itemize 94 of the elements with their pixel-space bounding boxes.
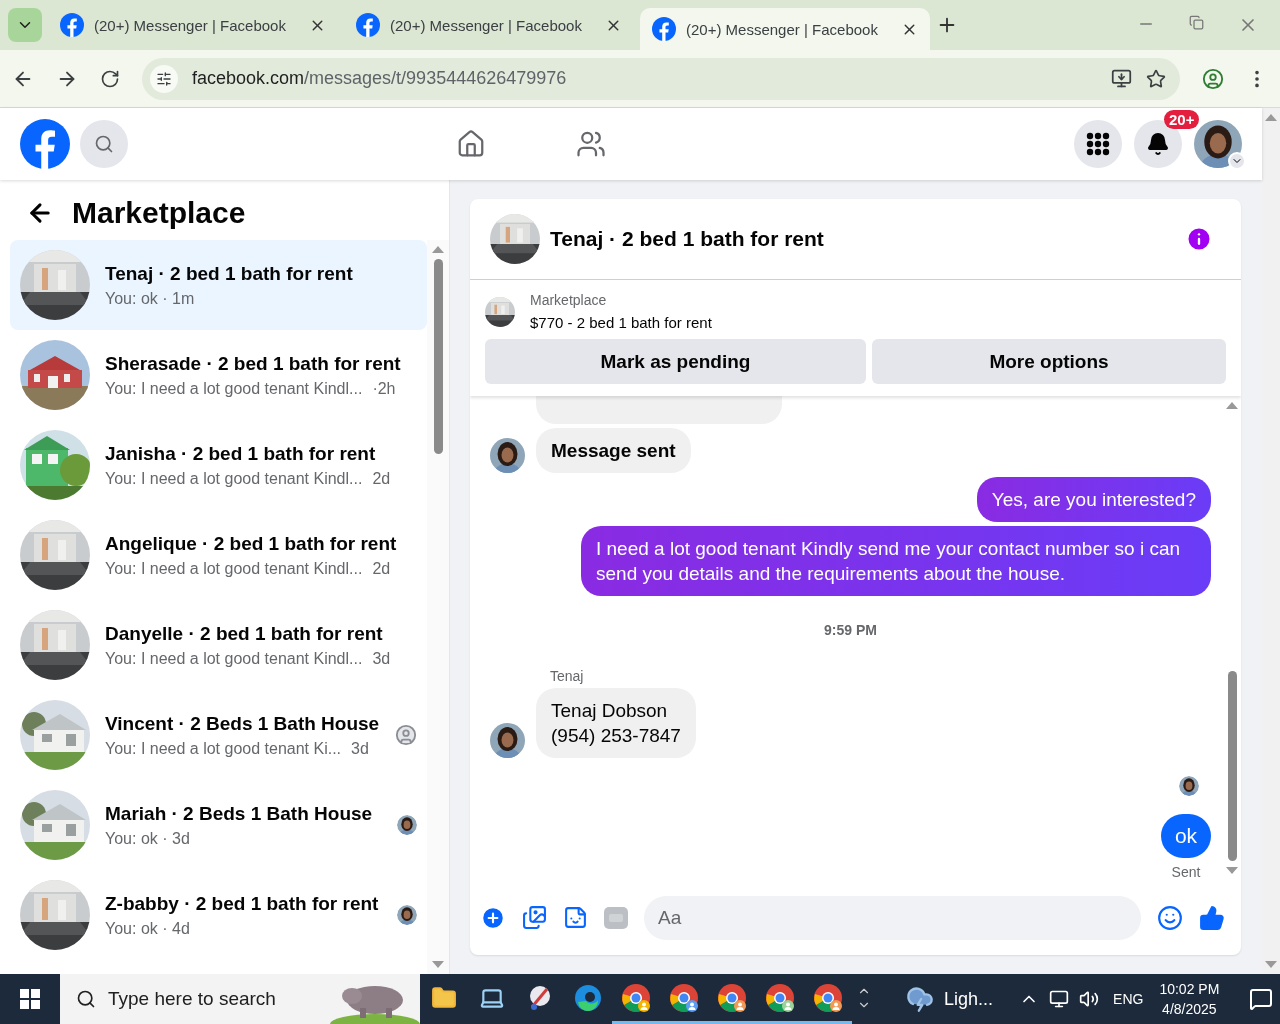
taskbar-search-field[interactable]: Type here to search [60,974,420,1024]
chat-title: Tenaj · 2 bed 1 bath for rent [550,227,825,251]
grid-menu-icon [1086,132,1110,156]
restore-icon[interactable] [1189,15,1204,30]
conversation-item[interactable]: Angelique · 2 bed 1 bath for rent You: I need a lot good tenant Kindl... 2d [10,510,427,600]
outgoing-message: I need a lot good tenant Kindly send me your contact number so i can send you details and the requirements about the house. [581,526,1211,596]
browser-tab[interactable]: (20+) Messenger | Facebook [640,8,930,50]
incoming-message: Tenaj Dobson (954) 253-7847 [536,688,696,758]
outgoing-message: ok [1161,814,1211,858]
listing-action-button[interactable]: More options [872,339,1226,384]
menu-button[interactable] [1074,120,1122,168]
like-icon[interactable] [1199,904,1225,931]
listing-label: Marketplace [530,292,608,308]
bell-icon [1146,132,1170,156]
search-icon [94,134,114,154]
facebook-logo-icon [20,119,70,169]
weather-text[interactable]: Ligh... [944,988,994,1010]
info-icon[interactable] [1185,225,1213,253]
bookmark-star-icon[interactable] [1146,68,1166,89]
scroll-up-icon[interactable] [1226,402,1238,409]
facebook-logo-icon [356,13,380,37]
conversation-item[interactable]: Z-babby · 2 bed 1 bath for rent You: ok · 4d [10,870,427,960]
facebook-logo-icon [60,13,84,37]
message-preview: You: ok · 4d [105,919,190,938]
conversation-title: Angelique · 2 bed 1 bath for rent [105,532,398,555]
search-button[interactable] [80,120,128,168]
conversation-item[interactable]: Mariah · 2 Beds 1 Bath House You: ok · 3d [10,780,427,870]
install-app-icon[interactable] [1111,68,1132,89]
search-icon [76,989,96,1009]
message-status: Sent [1171,864,1201,880]
scrollbar-thumb[interactable] [433,259,443,454]
conversation-title: Vincent · 2 Beds 1 Bath House [105,712,380,735]
message-preview: You: I need a lot good tenant Kindl... [105,559,363,578]
friends-icon[interactable] [576,129,606,159]
profile-icon[interactable] [1202,67,1224,90]
sticker-icon[interactable] [563,905,588,930]
scroll-down-icon[interactable] [1226,867,1238,874]
conversation-item[interactable]: Vincent · 2 Beds 1 Bath House You: I need a lot good tenant Ki... 3d [10,690,427,780]
emoji-icon[interactable] [1157,904,1183,931]
message-time: 2d [372,559,391,578]
browser-app-icon [621,982,651,1013]
windows-logo-icon [20,989,40,1009]
clock[interactable]: 10:02 PM 4/8/2025 [1143,979,1236,1019]
scrollbar-thumb[interactable] [1227,671,1237,861]
conversation-title: Sherasade · 2 bed 1 bath for rent [105,352,402,375]
conversation-title: Z-babby · 2 bed 1 bath for rent [105,892,380,915]
weather-icon[interactable] [906,985,934,1013]
edge-browser-icon [574,983,602,1012]
message-preview: You: I need a lot good tenant Kindl... [105,649,363,668]
photo-icon[interactable] [522,905,547,930]
network-icon[interactable] [1049,989,1070,1009]
conversation-title: Janisha · 2 bed 1 bath for rent [105,442,377,465]
home-icon[interactable] [456,129,486,159]
browser-tab[interactable]: (20+) Messenger | Facebook [48,8,338,42]
profile-avatar[interactable] [1194,120,1242,168]
facebook-logo-icon [652,17,676,41]
language-indicator[interactable]: ENG [1113,991,1144,1007]
browser-app-icon [669,982,699,1013]
message-preview: You: I need a lot good tenant Ki... [105,739,342,758]
browser-app-icon [813,982,843,1013]
conversation-title: Mariah · 2 Beds 1 Bath House [105,802,374,825]
folder-icon [431,984,457,1011]
message-time: 3d [372,649,391,668]
volume-icon[interactable] [1079,989,1100,1009]
message-input[interactable]: Aa [644,895,1141,940]
site-settings-icon [156,70,172,87]
message-preview: You: ok · 1m [105,289,195,308]
listing-title: $770 - 2 bed 1 bath for rent [530,314,712,331]
conversation-item[interactable]: Sherasade · 2 bed 1 bath for rent You: I need a lot good tenant Kindl... ·2h [10,330,427,420]
browser-app-icon [717,982,747,1013]
conversation-title: Danyelle · 2 bed 1 bath for rent [105,622,384,645]
message-preview: You: ok · 3d [105,829,190,848]
conversation-item[interactable]: Janisha · 2 bed 1 bath for rent You: I need a lot good tenant Kindl... 2d [10,420,427,510]
message-preview: You: I need a lot good tenant Kindl... [105,469,363,488]
outgoing-message: Yes, are you interested? [976,477,1211,522]
message-time: ·2h [372,379,396,398]
snipping-tool-icon [527,984,553,1011]
message-time: 3d [351,739,369,758]
sidebar-title: Marketplace [72,196,246,230]
sender-name: Tenaj [549,668,585,684]
conversation-item[interactable]: Danyelle · 2 bed 1 bath for rent You: I need a lot good tenant Kindl... 3d [10,600,427,690]
conversation-item[interactable]: Tenaj · 2 bed 1 bath for rent You: ok · 1m [10,240,427,330]
message-timestamp: 9:59 PM [823,622,878,638]
notification-center-icon[interactable] [1249,987,1274,1011]
browser-app-icon [765,982,795,1013]
message-time: 2d [372,469,391,488]
browser-tab[interactable]: (20+) Messenger | Facebook [344,8,634,42]
message-preview: You: I need a lot good tenant Kindl... [105,379,363,398]
conversation-title: Tenaj · 2 bed 1 bath for rent [105,262,354,285]
reload-icon[interactable] [100,68,120,89]
incoming-message: Message sent [536,428,691,473]
address-bar[interactable]: facebook.com/messages/t/9935444626479976 [142,57,1180,100]
notification-badge: 20+ [1164,110,1200,129]
listing-action-button[interactable]: Mark as pending [485,339,867,384]
